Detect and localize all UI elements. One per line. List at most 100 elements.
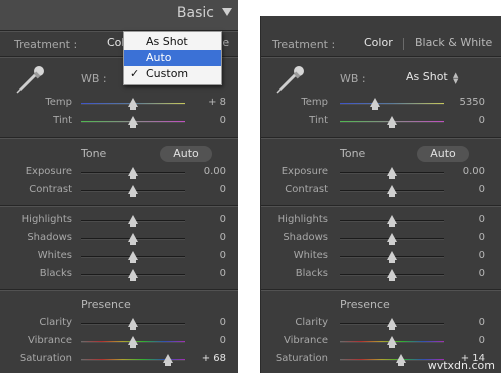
tint-slider-thumb[interactable] <box>128 116 138 128</box>
panel-header[interactable]: Basic <box>0 0 238 30</box>
separator <box>261 137 501 138</box>
separator <box>0 289 238 290</box>
temp-slider-track[interactable] <box>340 103 444 105</box>
whites-label: Whites <box>293 250 328 261</box>
exposure-label: Exposure <box>281 166 328 177</box>
contrast-value[interactable]: 0 <box>435 184 485 195</box>
exposure-slider-thumb[interactable] <box>387 167 397 179</box>
blacks-slider-thumb[interactable] <box>128 269 138 281</box>
clarity-value[interactable]: 0 <box>176 317 226 328</box>
blacks-value[interactable]: 0 <box>176 268 226 279</box>
highlights-value[interactable]: 0 <box>176 214 226 225</box>
tint-slider-thumb[interactable] <box>387 116 397 128</box>
exposure-value[interactable]: 0.00 <box>435 166 485 177</box>
separator <box>0 205 238 206</box>
clarity-value[interactable]: 0 <box>435 317 485 328</box>
menu-item-auto[interactable]: Auto <box>124 50 221 66</box>
menu-item-as-shot[interactable]: As Shot <box>124 34 221 50</box>
auto-tone-button[interactable]: Auto <box>160 146 212 162</box>
exposure-label: Exposure <box>25 166 72 177</box>
exposure-value[interactable]: 0.00 <box>176 166 226 177</box>
whites-value[interactable]: 0 <box>435 250 485 261</box>
shadows-label: Shadows <box>283 232 328 243</box>
wb-label: WB : <box>340 72 366 85</box>
shadows-slider-thumb[interactable] <box>387 233 397 245</box>
shadows-label: Shadows <box>27 232 72 243</box>
presence-header: Presence <box>81 298 131 311</box>
treatment-color-option[interactable]: Color <box>364 36 393 49</box>
temp-value[interactable]: + 8 <box>176 97 226 108</box>
basic-panel-left: Basic Treatment : Colo te WB : Temp + 8 … <box>0 0 238 373</box>
separator <box>261 205 501 206</box>
highlights-slider-thumb[interactable] <box>128 215 138 227</box>
blacks-slider-thumb[interactable] <box>387 269 397 281</box>
saturation-label: Saturation <box>275 353 328 364</box>
tone-header: Tone <box>340 147 366 160</box>
highlights-label: Highlights <box>277 214 328 225</box>
contrast-value[interactable]: 0 <box>176 184 226 195</box>
temp-label: Temp <box>45 97 72 108</box>
clarity-slider-thumb[interactable] <box>387 318 397 330</box>
clarity-slider-thumb[interactable] <box>128 318 138 330</box>
vibrance-value[interactable]: 0 <box>435 335 485 346</box>
shadows-value[interactable]: 0 <box>176 232 226 243</box>
treatment-bw-option[interactable]: Black & White <box>415 36 492 49</box>
collapse-triangle-icon[interactable] <box>222 8 232 16</box>
treatment-divider <box>403 38 404 50</box>
exposure-slider-thumb[interactable] <box>128 167 138 179</box>
temp-label: Temp <box>301 97 328 108</box>
select-arrows-icon[interactable]: ▲ ▼ <box>453 72 458 85</box>
vibrance-slider-thumb[interactable] <box>128 336 138 348</box>
auto-tone-button[interactable]: Auto <box>417 146 469 162</box>
temp-slider-thumb[interactable] <box>370 98 381 110</box>
blacks-label: Blacks <box>39 268 72 279</box>
whites-label: Whites <box>37 250 72 261</box>
menu-item-label: Custom <box>146 67 189 80</box>
separator <box>261 289 501 290</box>
presence-header: Presence <box>340 298 390 311</box>
tint-value[interactable]: 0 <box>435 115 485 126</box>
tint-label: Tint <box>53 115 72 126</box>
tint-label: Tint <box>309 115 328 126</box>
tone-header: Tone <box>81 147 107 160</box>
vibrance-label: Vibrance <box>28 335 72 346</box>
contrast-label: Contrast <box>285 184 328 195</box>
panel-title: Basic <box>176 5 214 21</box>
temp-value[interactable]: 5350 <box>435 97 485 108</box>
saturation-value[interactable]: + 68 <box>176 353 226 364</box>
clarity-label: Clarity <box>39 317 72 328</box>
highlights-value[interactable]: 0 <box>435 214 485 225</box>
shadows-slider-thumb[interactable] <box>128 233 138 245</box>
saturation-slider-thumb[interactable] <box>396 354 407 366</box>
whites-value[interactable]: 0 <box>176 250 226 261</box>
separator <box>261 56 501 57</box>
eyedropper-icon[interactable] <box>274 62 308 96</box>
saturation-label: Saturation <box>19 353 72 364</box>
contrast-slider-thumb[interactable] <box>128 185 138 197</box>
vibrance-value[interactable]: 0 <box>176 335 226 346</box>
wb-select-value[interactable]: As Shot <box>406 70 448 83</box>
highlights-label: Highlights <box>21 214 72 225</box>
checkmark-icon: ✓ <box>130 67 140 80</box>
watermark: wvtxdn.com <box>427 359 495 372</box>
blacks-value[interactable]: 0 <box>435 268 485 279</box>
tint-value[interactable]: 0 <box>176 115 226 126</box>
highlights-slider-thumb[interactable] <box>387 215 397 227</box>
treatment-label: Treatment : <box>14 38 78 51</box>
contrast-slider-thumb[interactable] <box>387 185 397 197</box>
treatment-label: Treatment : <box>272 38 336 51</box>
whites-slider-thumb[interactable] <box>128 251 138 263</box>
whites-slider-thumb[interactable] <box>387 251 397 263</box>
blacks-label: Blacks <box>295 268 328 279</box>
shadows-value[interactable]: 0 <box>435 232 485 243</box>
eyedropper-icon[interactable] <box>14 62 48 96</box>
temp-slider-thumb[interactable] <box>128 98 138 110</box>
wb-label: WB : <box>81 72 107 85</box>
vibrance-label: Vibrance <box>284 335 328 346</box>
contrast-label: Contrast <box>29 184 72 195</box>
saturation-slider-thumb[interactable] <box>163 354 174 366</box>
basic-panel-right: Treatment : Color Black & White WB : As … <box>260 16 501 373</box>
menu-item-custom[interactable]: ✓ Custom <box>124 66 221 82</box>
vibrance-slider-thumb[interactable] <box>387 336 397 348</box>
wb-dropdown-menu: As Shot Auto ✓ Custom <box>123 31 222 85</box>
